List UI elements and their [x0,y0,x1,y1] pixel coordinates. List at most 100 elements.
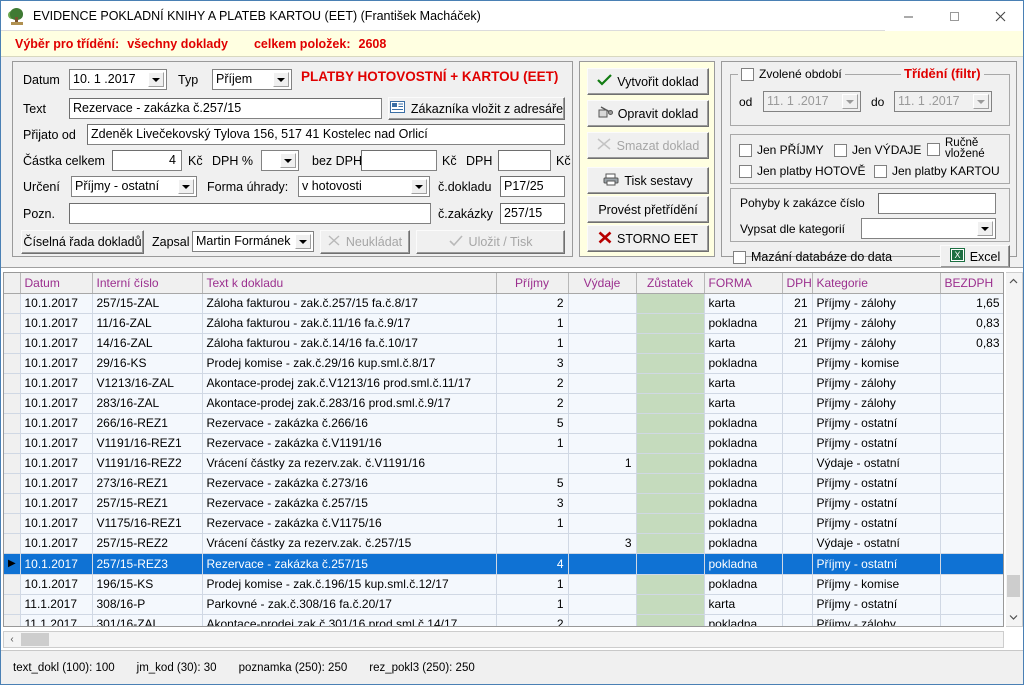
table-cell[interactable]: 1 [496,433,569,454]
text-input[interactable]: Rezervace - zakázka č.257/15 [69,98,382,119]
row-marker[interactable] [4,393,21,414]
table-cell[interactable] [940,473,1003,494]
save-print-button[interactable]: Uložit / Tisk [416,230,565,254]
table-row[interactable]: 10.1.2017 257/15-REZ2 Vrácení částky za re… [4,533,1003,554]
checkbox-box[interactable] [741,67,754,81]
table-row[interactable]: 10.1.2017 29/16-KS Prodej komise - zak.č.2… [4,353,1003,374]
table-row[interactable]: 10.1.2017 273/16-REZ1 Rezervace - zakázka … [4,473,1003,494]
only-card-checkbox[interactable]: Jen platby KARTOU [874,164,1000,178]
table-cell[interactable]: Příjmy - zálohy [812,614,941,626]
table-cell[interactable]: 257/15-REZ3 [92,553,203,575]
table-cell[interactable] [782,533,813,554]
column-header-prijmy[interactable]: Příjmy [496,273,569,294]
scroll-left-button[interactable]: ‹ [4,634,20,645]
table-cell[interactable]: 10.1.2017 [20,473,93,494]
table-cell[interactable] [940,373,1003,394]
table-cell[interactable] [636,533,705,554]
table-cell[interactable] [782,413,813,434]
table-cell[interactable]: Příjmy - ostatní [812,513,941,534]
od-date-input[interactable]: 11. 1 .2017 [763,91,861,112]
row-marker[interactable]: ▶ [4,553,21,575]
table-cell[interactable] [568,393,637,414]
chevron-down-icon[interactable] [148,72,164,87]
table-cell[interactable]: 11/16-ZAL [92,313,203,334]
row-marker[interactable] [4,293,21,314]
hscrollbar-thumb[interactable] [21,633,49,646]
table-cell[interactable]: V1191/16-REZ2 [92,453,203,474]
table-cell[interactable] [940,574,1003,595]
checkbox-box[interactable] [739,143,752,157]
table-cell[interactable]: Rezervace - zakázka č.266/16 [202,413,497,434]
bez-dph-input[interactable] [361,150,437,171]
table-row[interactable]: 10.1.2017 14/16-ZAL Záloha fakturou - zak.… [4,333,1003,354]
table-cell[interactable] [568,513,637,534]
chevron-down-icon[interactable] [273,72,289,87]
dph-input[interactable] [498,150,551,171]
table-cell[interactable]: pokladna [704,493,783,514]
table-cell[interactable] [568,594,637,615]
chevron-down-icon[interactable] [280,153,296,168]
chevron-down-icon[interactable] [842,94,858,109]
table-cell[interactable] [568,493,637,514]
table-row[interactable]: 10.1.2017 V1213/16-ZAL Akontace-prodej zak… [4,373,1003,394]
table-cell[interactable] [568,293,637,314]
table-cell[interactable]: Příjmy - ostatní [812,413,941,434]
table-row[interactable]: 10.1.2017 V1191/16-REZ2 Vrácení částky za … [4,453,1003,474]
table-cell[interactable]: pokladna [704,453,783,474]
table-row[interactable]: 10.1.2017 11/16-ZAL Záloha fakturou - zak.… [4,313,1003,334]
table-cell[interactable]: 10.1.2017 [20,574,93,595]
table-cell[interactable]: 308/16-P [92,594,203,615]
do-date-input[interactable]: 11. 1 .2017 [894,91,992,112]
checkbox-box[interactable] [834,143,847,157]
table-cell[interactable]: 10.1.2017 [20,513,93,534]
table-cell[interactable]: karta [704,293,783,314]
table-cell[interactable]: pokladna [704,313,783,334]
table-cell[interactable]: V1175/16-REZ1 [92,513,203,534]
checkbox-box[interactable] [739,164,752,178]
table-cell[interactable]: 196/15-KS [92,574,203,595]
table-cell[interactable]: Vrácení částky za rezerv.zak. č.V1191/16 [202,453,497,474]
table-cell[interactable]: 2 [496,614,569,626]
table-cell[interactable]: 21 [782,293,813,314]
minimize-button[interactable] [885,1,931,31]
chevron-down-icon[interactable] [977,221,993,236]
table-cell[interactable] [940,493,1003,514]
table-cell[interactable] [636,594,705,615]
table-cell[interactable]: V1213/16-ZAL [92,373,203,394]
table-cell[interactable]: 273/16-REZ1 [92,473,203,494]
table-cell[interactable] [568,373,637,394]
table-cell[interactable]: 2 [496,393,569,414]
delete-document-button[interactable]: Smazat doklad [587,132,709,159]
column-header-interni-cislo[interactable]: Interní číslo [92,273,203,294]
table-cell[interactable] [496,453,569,474]
table-cell[interactable]: 266/16-REZ1 [92,413,203,434]
vertical-scrollbar[interactable] [1006,272,1023,627]
table-cell[interactable]: pokladna [704,413,783,434]
chevron-down-icon[interactable] [411,179,427,194]
column-header-text[interactable]: Text k dokladu [202,273,497,294]
table-cell[interactable] [782,373,813,394]
table-cell[interactable] [636,493,705,514]
table-cell[interactable] [568,433,637,454]
documents-table-container[interactable]: Datum Interní číslo Text k dokladu Příjm… [3,272,1004,627]
table-cell[interactable]: pokladna [704,574,783,595]
table-row[interactable]: 10.1.2017 257/15-REZ1 Rezervace - zakázka … [4,493,1003,514]
only-cash-checkbox[interactable]: Jen platby HOTOVĚ [739,164,866,178]
table-cell[interactable]: karta [704,333,783,354]
table-cell[interactable]: 1,65 [940,293,1003,314]
table-cell[interactable]: 1 [568,453,637,474]
table-row[interactable]: 10.1.2017 266/16-REZ1 Rezervace - zakázka … [4,413,1003,434]
close-button[interactable] [977,1,1023,31]
row-marker[interactable] [4,413,21,434]
table-cell[interactable] [568,614,637,626]
forma-uhrady-select[interactable]: v hotovosti [298,176,430,197]
table-cell[interactable]: Příjmy - komise [812,574,941,595]
table-cell[interactable]: karta [704,373,783,394]
table-cell[interactable]: pokladna [704,473,783,494]
table-cell[interactable]: 301/16-ZAL [92,614,203,626]
table-cell[interactable] [782,353,813,374]
table-cell[interactable] [782,594,813,615]
only-expense-checkbox[interactable]: Jen VÝDAJE [834,143,921,157]
table-cell[interactable] [782,614,813,626]
horizontal-scrollbar[interactable]: ‹ [3,631,1004,648]
